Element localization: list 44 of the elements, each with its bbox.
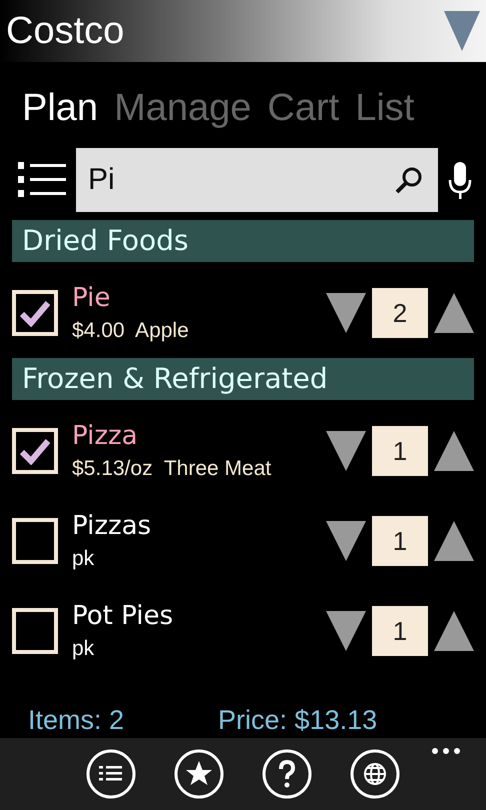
globe-icon[interactable] xyxy=(350,749,400,799)
tab[interactable]: Cart xyxy=(267,86,340,130)
checkmark-icon xyxy=(19,437,51,465)
checkbox[interactable] xyxy=(12,290,58,336)
total-price: Price: $13.13 xyxy=(218,704,378,736)
decrease-icon[interactable] xyxy=(326,519,366,563)
item-name: Pizza xyxy=(72,421,139,451)
item-name: Pie xyxy=(72,283,112,313)
decrease-icon[interactable] xyxy=(326,609,366,653)
item-count: Items: 2 xyxy=(28,704,124,736)
section-header: Dried Foods xyxy=(12,220,474,262)
quantity-field[interactable]: 1 xyxy=(372,426,428,476)
search-icon[interactable] xyxy=(394,165,424,195)
checkbox[interactable] xyxy=(12,608,58,654)
quantity-field[interactable]: 1 xyxy=(372,516,428,566)
microphone-icon[interactable] xyxy=(448,160,472,200)
increase-icon[interactable] xyxy=(434,519,474,563)
checkbox[interactable] xyxy=(12,428,58,474)
tab[interactable]: List xyxy=(355,86,414,130)
quantity-field[interactable]: 2 xyxy=(372,288,428,338)
item-name: Pizzas xyxy=(72,511,152,541)
help-icon[interactable] xyxy=(262,749,312,799)
item-detail: $5.13/oz Three Meat xyxy=(72,457,272,481)
numbered-list-icon[interactable] xyxy=(18,160,66,200)
tab[interactable]: Manage xyxy=(114,86,252,130)
item-detail: $4.00 Apple xyxy=(72,319,190,343)
tab[interactable]: Plan xyxy=(22,86,98,130)
item-detail: pk xyxy=(72,637,96,661)
dropdown-icon[interactable] xyxy=(444,9,480,53)
increase-icon[interactable] xyxy=(434,429,474,473)
checklist-icon[interactable] xyxy=(86,749,136,799)
increase-icon[interactable] xyxy=(434,609,474,653)
decrease-icon[interactable] xyxy=(326,429,366,473)
search-field[interactable]: Pi xyxy=(76,148,438,212)
quantity-field[interactable]: 1 xyxy=(372,606,428,656)
section-header: Frozen & Refrigerated xyxy=(12,358,474,400)
app-title: Costco xyxy=(6,10,124,52)
decrease-icon[interactable] xyxy=(326,291,366,335)
increase-icon[interactable] xyxy=(434,291,474,335)
item-detail: pk xyxy=(72,547,96,571)
more-icon[interactable] xyxy=(432,748,460,754)
checkmark-icon xyxy=(19,299,51,327)
checkbox[interactable] xyxy=(12,518,58,564)
item-name: Pot Pies xyxy=(72,601,174,631)
